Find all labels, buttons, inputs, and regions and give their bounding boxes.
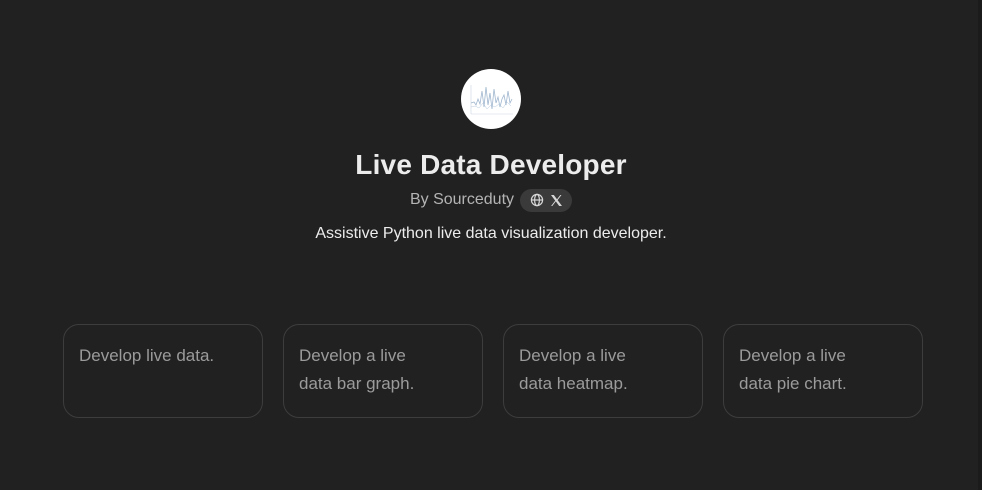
conversation-starter[interactable]: Develop a live data heatmap. (503, 324, 703, 418)
gpt-description: Assistive Python live data visualization… (315, 225, 667, 242)
starter-label: Develop a live data heatmap. (519, 346, 628, 393)
line-chart-thumbnail-icon (470, 85, 513, 115)
gpt-title: Live Data Developer (355, 149, 627, 180)
conversation-starter[interactable]: Develop live data. (63, 324, 263, 418)
conversation-starter[interactable]: Develop a live data bar graph. (283, 324, 483, 418)
starter-label: Develop a live data pie chart. (739, 346, 847, 393)
conversation-starter[interactable]: Develop a live data pie chart. (723, 324, 923, 418)
starter-label: Develop a live data bar graph. (299, 346, 415, 393)
social-links (520, 188, 573, 212)
avatar (461, 69, 521, 129)
x-logo-icon[interactable] (549, 193, 563, 207)
conversation-starters: Develop live data. Develop a live data b… (63, 324, 923, 418)
author-name: By Sourceduty (409, 191, 515, 208)
globe-icon[interactable] (530, 193, 544, 207)
scrollbar-track[interactable] (978, 0, 982, 490)
byline: By Sourceduty (409, 188, 573, 212)
gpt-header: Live Data Developer By Sourceduty Assist… (0, 69, 982, 245)
gpt-landing-page: Live Data Developer By Sourceduty Assist… (0, 0, 982, 490)
starter-label: Develop live data. (79, 346, 215, 365)
